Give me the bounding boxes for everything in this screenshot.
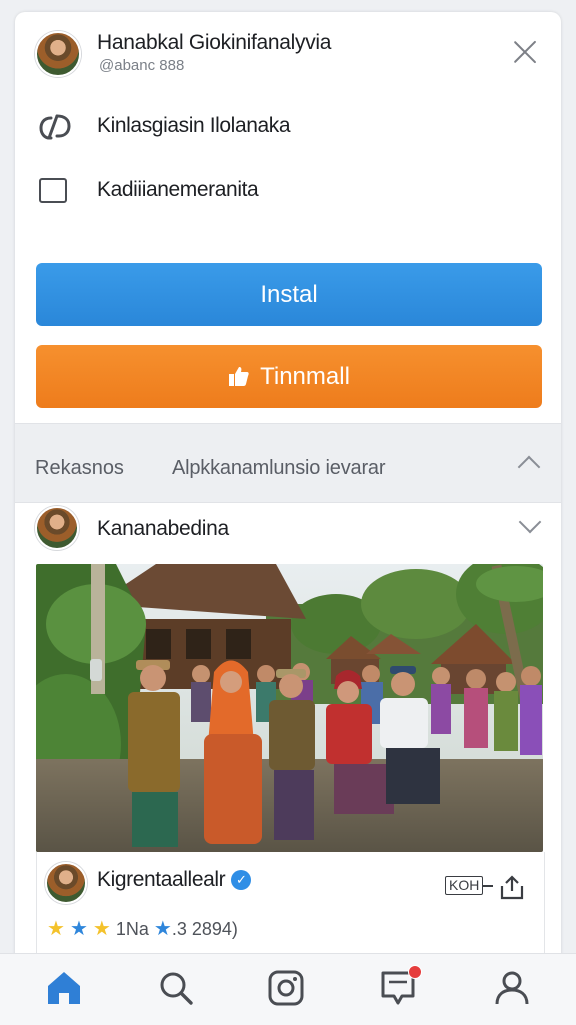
commenter-avatar[interactable]: [45, 862, 87, 904]
comment-card: Kigrentaallealr ✓ KOH ★ ★ ★ 1Na ★.3 2894): [36, 852, 545, 963]
post-author-avatar[interactable]: [35, 506, 79, 550]
bottom-nav: [0, 953, 576, 1025]
star-icon: ★: [153, 918, 172, 940]
option-link[interactable]: Kinlasgiasin Ilolanaka: [35, 108, 535, 148]
download-button-label: Tinnmall: [260, 363, 350, 390]
link-icon: [39, 114, 71, 140]
close-button[interactable]: [509, 36, 541, 68]
commenter-name[interactable]: Kigrentaallealr ✓: [97, 868, 252, 892]
post-author-name[interactable]: Kananabedina: [97, 517, 229, 541]
rating-count: .3 2894): [171, 919, 238, 939]
star-icon: ★: [69, 918, 88, 940]
option-checkbox[interactable]: Kadiiianemeranita: [35, 172, 535, 212]
home-icon[interactable]: [44, 968, 84, 1008]
install-button-label: Instal: [260, 281, 318, 308]
profile-icon[interactable]: [492, 968, 532, 1008]
section-tab-right[interactable]: Alpkkanamlunsio ievarar: [172, 457, 385, 480]
app-handle: @abanc 888: [99, 57, 185, 74]
app-avatar: [35, 31, 81, 77]
chevron-up-icon[interactable]: [517, 455, 541, 479]
star-icon: ★: [47, 918, 65, 940]
option-label: Kadiiianemeranita: [97, 178, 259, 201]
stat-label[interactable]: KOH: [445, 876, 484, 895]
rating-row: ★ ★ ★ 1Na ★.3 2894): [47, 916, 238, 941]
arrow-icon: [483, 885, 493, 887]
install-button[interactable]: Instal: [36, 263, 542, 326]
share-icon[interactable]: [498, 874, 526, 900]
app-title: Hanabkal Giokinifanalyvia: [97, 31, 332, 54]
verified-badge-icon: ✓: [231, 870, 252, 890]
section-tab-left[interactable]: Rekasnos: [35, 457, 124, 480]
post-photo[interactable]: [36, 564, 543, 852]
inbox-button[interactable]: [378, 965, 422, 1008]
notification-dot: [408, 965, 422, 979]
rating-text: 1Na: [115, 919, 149, 939]
instagram-icon[interactable]: [266, 968, 306, 1008]
checkbox-icon[interactable]: [39, 178, 67, 203]
chevron-down-icon[interactable]: [518, 510, 542, 534]
option-label: Kinlasgiasin Ilolanaka: [97, 114, 291, 137]
download-button[interactable]: Tinnmall: [36, 345, 542, 408]
thumbs-up-icon: [229, 367, 249, 386]
search-icon[interactable]: [156, 968, 196, 1008]
star-icon: ★: [92, 918, 111, 940]
section-collapse-bar[interactable]: Rekasnos Alpkkanamlunsio ievarar: [15, 423, 561, 503]
app-sheet: Hanabkal Giokinifanalyvia @abanc 888 Kin…: [15, 12, 561, 1024]
